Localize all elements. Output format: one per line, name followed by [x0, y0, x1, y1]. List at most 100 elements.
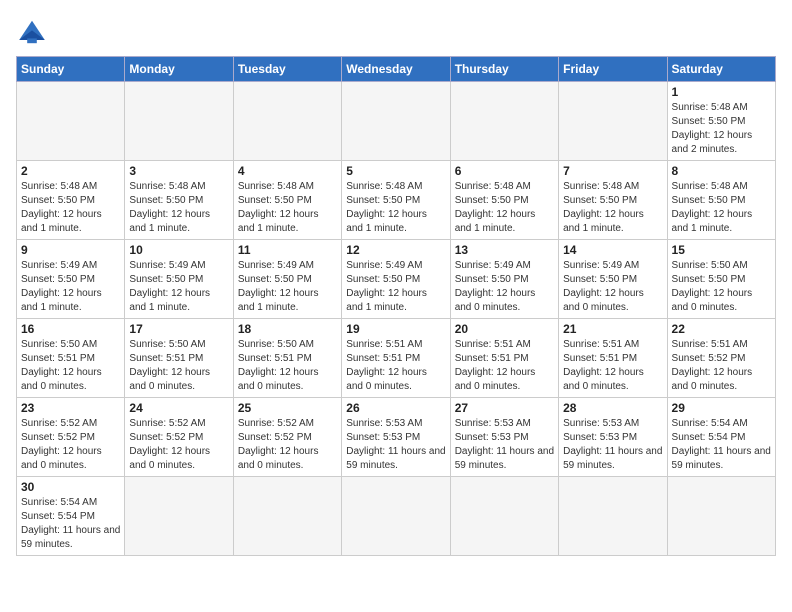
- day-number: 17: [129, 322, 228, 336]
- day-info: Sunrise: 5:50 AM Sunset: 5:51 PM Dayligh…: [129, 338, 228, 394]
- calendar-week: 30Sunrise: 5:54 AM Sunset: 5:54 PM Dayli…: [17, 477, 776, 556]
- calendar-cell: 26 Sunrise: 5:53 AM Sunset: 5:53 PM Dayli…: [342, 398, 450, 477]
- day-number: 20: [455, 322, 554, 336]
- calendar-cell: [233, 477, 341, 556]
- day-info: Sunrise: 5:53 AM Sunset: 5:53 PM Dayligh…: [455, 417, 554, 473]
- day-info: Sunrise: 5:52 AM Sunset: 5:52 PM Dayligh…: [21, 417, 120, 473]
- calendar-cell: 21 Sunrise: 5:51 AM Sunset: 5:51 PM Dayli…: [559, 319, 667, 398]
- day-info: Sunrise: 5:48 AM Sunset: 5:50 PM Dayligh…: [672, 180, 771, 236]
- day-number: 19: [346, 322, 445, 336]
- calendar-cell: [559, 477, 667, 556]
- day-number: 16: [21, 322, 120, 336]
- calendar-cell: [667, 477, 775, 556]
- calendar-cell: 19 Sunrise: 5:51 AM Sunset: 5:51 PM Dayli…: [342, 319, 450, 398]
- calendar-cell: 25 Sunrise: 5:52 AM Sunset: 5:52 PM Dayli…: [233, 398, 341, 477]
- calendar-week: 1 Sunrise: 5:48 AM Sunset: 5:50 PM Daylig…: [17, 82, 776, 161]
- dow-header: Monday: [125, 57, 233, 82]
- day-number: 13: [455, 243, 554, 257]
- calendar-cell: 28 Sunrise: 5:53 AM Sunset: 5:53 PM Dayli…: [559, 398, 667, 477]
- page-container: SundayMondayTuesdayWednesdayThursdayFrid…: [16, 16, 776, 556]
- day-number: 22: [672, 322, 771, 336]
- calendar-cell: 22 Sunrise: 5:51 AM Sunset: 5:52 PM Dayli…: [667, 319, 775, 398]
- day-number: 1: [672, 85, 771, 99]
- day-info: Sunrise: 5:48 AM Sunset: 5:50 PM Dayligh…: [563, 180, 662, 236]
- day-number: 28: [563, 401, 662, 415]
- day-number: 9: [21, 243, 120, 257]
- day-info: Sunrise: 5:49 AM Sunset: 5:50 PM Dayligh…: [238, 259, 337, 315]
- day-info: Sunrise: 5:54 AM Sunset: 5:54 PM Dayligh…: [21, 496, 120, 552]
- calendar-cell: 10 Sunrise: 5:49 AM Sunset: 5:50 PM Dayli…: [125, 240, 233, 319]
- day-info: Sunrise: 5:51 AM Sunset: 5:52 PM Dayligh…: [672, 338, 771, 394]
- day-info: Sunrise: 5:49 AM Sunset: 5:50 PM Dayligh…: [346, 259, 445, 315]
- day-info: Sunrise: 5:53 AM Sunset: 5:53 PM Dayligh…: [346, 417, 445, 473]
- calendar-cell: 6Sunrise: 5:48 AM Sunset: 5:50 PM Daylig…: [450, 161, 558, 240]
- day-number: 11: [238, 243, 337, 257]
- day-number: 7: [563, 164, 662, 178]
- day-number: 29: [672, 401, 771, 415]
- calendar-cell: 20 Sunrise: 5:51 AM Sunset: 5:51 PM Dayli…: [450, 319, 558, 398]
- day-number: 21: [563, 322, 662, 336]
- dow-header: Friday: [559, 57, 667, 82]
- dow-header: Thursday: [450, 57, 558, 82]
- day-info: Sunrise: 5:48 AM Sunset: 5:50 PM Dayligh…: [455, 180, 554, 236]
- day-info: Sunrise: 5:48 AM Sunset: 5:50 PM Dayligh…: [672, 101, 771, 157]
- day-number: 12: [346, 243, 445, 257]
- calendar-cell: 15Sunrise: 5:50 AM Sunset: 5:50 PM Dayli…: [667, 240, 775, 319]
- day-number: 14: [563, 243, 662, 257]
- dow-header: Tuesday: [233, 57, 341, 82]
- day-number: 10: [129, 243, 228, 257]
- calendar-cell: 7 Sunrise: 5:48 AM Sunset: 5:50 PM Daylig…: [559, 161, 667, 240]
- calendar-cell: 13 Sunrise: 5:49 AM Sunset: 5:50 PM Dayli…: [450, 240, 558, 319]
- logo: [16, 16, 52, 48]
- dow-header: Wednesday: [342, 57, 450, 82]
- day-info: Sunrise: 5:51 AM Sunset: 5:51 PM Dayligh…: [563, 338, 662, 394]
- day-number: 27: [455, 401, 554, 415]
- day-number: 18: [238, 322, 337, 336]
- day-info: Sunrise: 5:51 AM Sunset: 5:51 PM Dayligh…: [346, 338, 445, 394]
- day-number: 24: [129, 401, 228, 415]
- calendar-cell: 17 Sunrise: 5:50 AM Sunset: 5:51 PM Dayli…: [125, 319, 233, 398]
- calendar-cell: [450, 477, 558, 556]
- day-info: Sunrise: 5:49 AM Sunset: 5:50 PM Dayligh…: [455, 259, 554, 315]
- day-info: Sunrise: 5:49 AM Sunset: 5:50 PM Dayligh…: [129, 259, 228, 315]
- day-info: Sunrise: 5:52 AM Sunset: 5:52 PM Dayligh…: [238, 417, 337, 473]
- day-number: 4: [238, 164, 337, 178]
- day-info: Sunrise: 5:52 AM Sunset: 5:52 PM Dayligh…: [129, 417, 228, 473]
- calendar-cell: [559, 82, 667, 161]
- dow-header: Saturday: [667, 57, 775, 82]
- calendar-cell: 8 Sunrise: 5:48 AM Sunset: 5:50 PM Daylig…: [667, 161, 775, 240]
- calendar-cell: 16Sunrise: 5:50 AM Sunset: 5:51 PM Dayli…: [17, 319, 125, 398]
- calendar-week: 23 Sunrise: 5:52 AM Sunset: 5:52 PM Dayli…: [17, 398, 776, 477]
- day-info: Sunrise: 5:53 AM Sunset: 5:53 PM Dayligh…: [563, 417, 662, 473]
- calendar-cell: 9Sunrise: 5:49 AM Sunset: 5:50 PM Daylig…: [17, 240, 125, 319]
- calendar-cell: [17, 82, 125, 161]
- day-number: 2: [21, 164, 120, 178]
- calendar-cell: 14Sunrise: 5:49 AM Sunset: 5:50 PM Dayli…: [559, 240, 667, 319]
- calendar-week: 9 Sunrise: 5:49 AM Sunset: 5:50 PM Daylig…: [17, 240, 776, 319]
- calendar-cell: 4Sunrise: 5:48 AM Sunset: 5:50 PM Daylig…: [233, 161, 341, 240]
- day-number: 25: [238, 401, 337, 415]
- calendar-cell: [125, 477, 233, 556]
- calendar-cell: 23 Sunrise: 5:52 AM Sunset: 5:52 PM Dayli…: [17, 398, 125, 477]
- calendar-cell: [125, 82, 233, 161]
- header: [16, 16, 776, 48]
- calendar-cell: 24 Sunrise: 5:52 AM Sunset: 5:52 PM Dayli…: [125, 398, 233, 477]
- day-info: Sunrise: 5:48 AM Sunset: 5:50 PM Dayligh…: [129, 180, 228, 236]
- calendar-cell: 30Sunrise: 5:54 AM Sunset: 5:54 PM Dayli…: [17, 477, 125, 556]
- calendar-cell: [233, 82, 341, 161]
- calendar-cell: 27 Sunrise: 5:53 AM Sunset: 5:53 PM Dayli…: [450, 398, 558, 477]
- day-number: 8: [672, 164, 771, 178]
- calendar-cell: [342, 82, 450, 161]
- day-number: 23: [21, 401, 120, 415]
- day-info: Sunrise: 5:50 AM Sunset: 5:51 PM Dayligh…: [238, 338, 337, 394]
- day-number: 26: [346, 401, 445, 415]
- calendar-week: 16 Sunrise: 5:50 AM Sunset: 5:51 PM Dayli…: [17, 319, 776, 398]
- calendar-cell: 1 Sunrise: 5:48 AM Sunset: 5:50 PM Daylig…: [667, 82, 775, 161]
- day-info: Sunrise: 5:48 AM Sunset: 5:50 PM Dayligh…: [21, 180, 120, 236]
- calendar-cell: 2 Sunrise: 5:48 AM Sunset: 5:50 PM Daylig…: [17, 161, 125, 240]
- day-info: Sunrise: 5:51 AM Sunset: 5:51 PM Dayligh…: [455, 338, 554, 394]
- calendar-week: 2 Sunrise: 5:48 AM Sunset: 5:50 PM Daylig…: [17, 161, 776, 240]
- day-number: 5: [346, 164, 445, 178]
- calendar-table: SundayMondayTuesdayWednesdayThursdayFrid…: [16, 56, 776, 556]
- calendar-cell: [450, 82, 558, 161]
